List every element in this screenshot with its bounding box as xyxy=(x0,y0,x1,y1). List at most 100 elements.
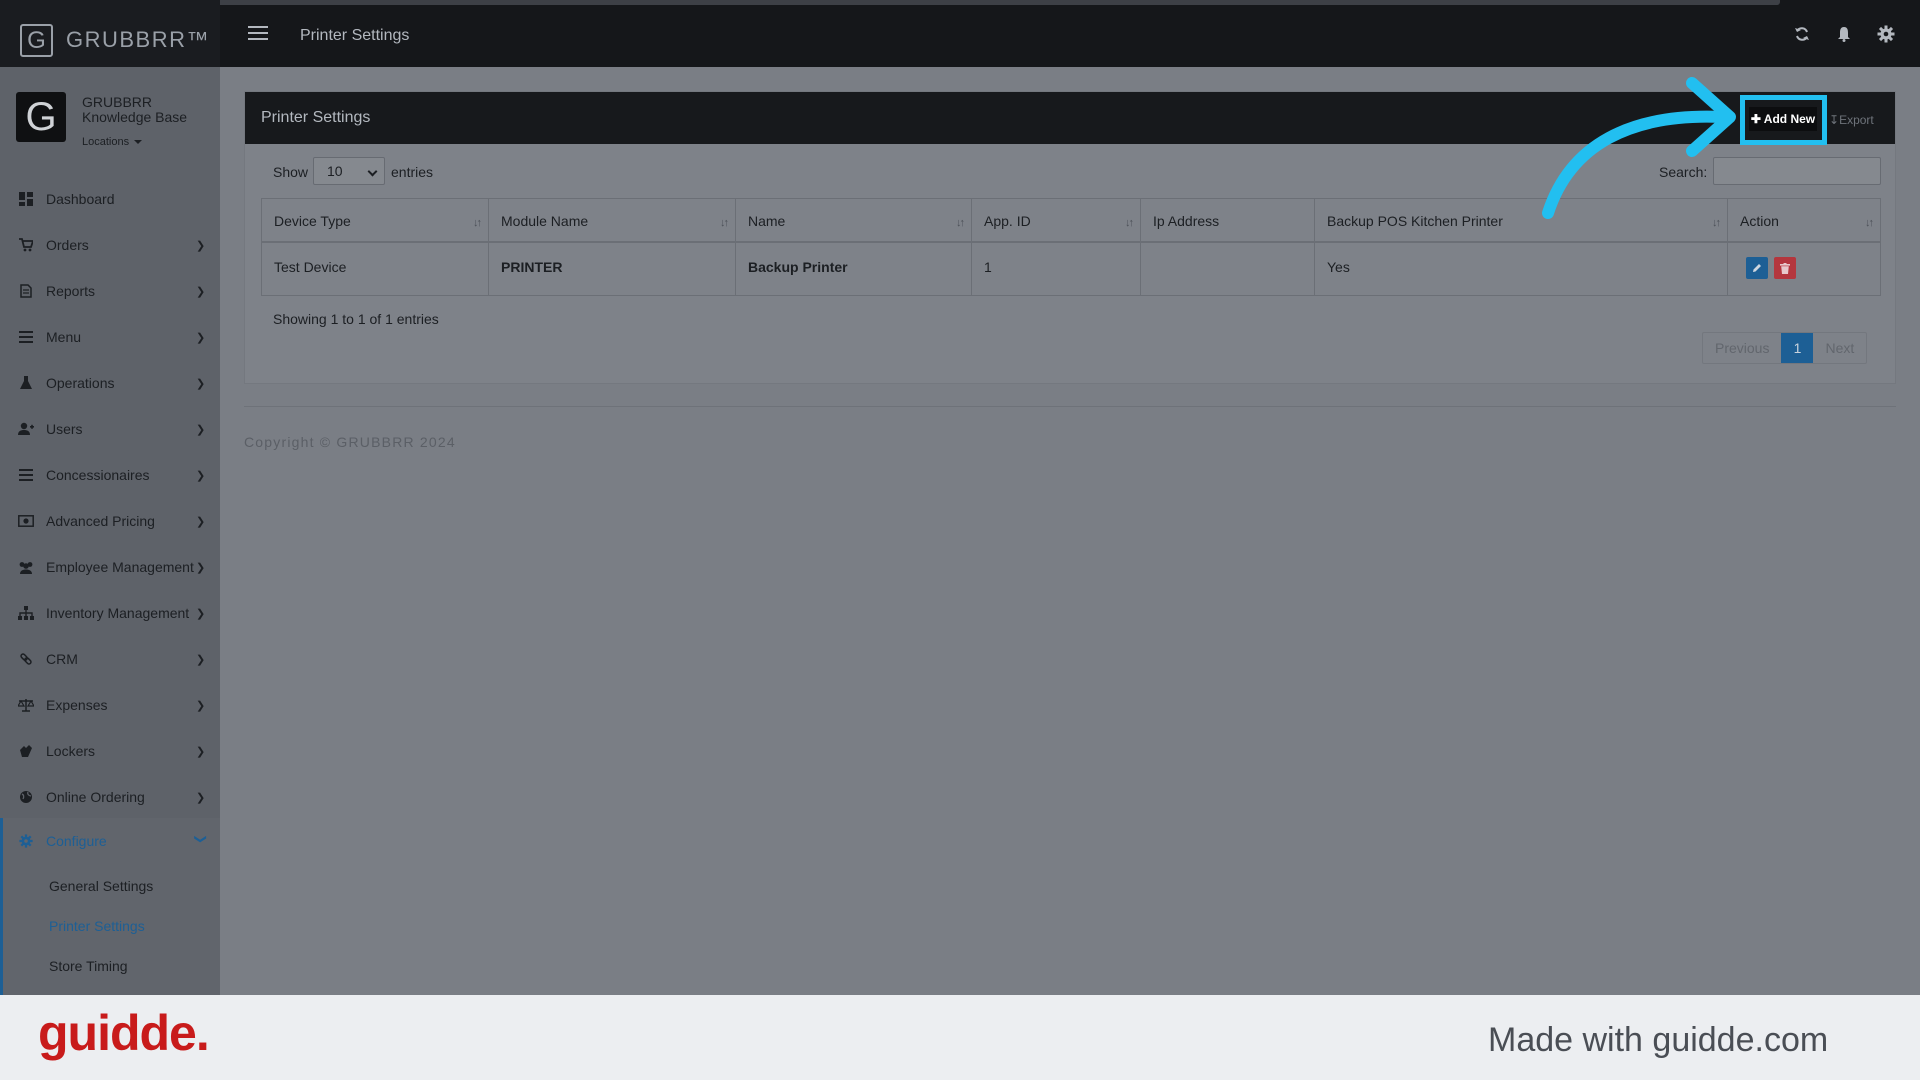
list-icon xyxy=(18,329,34,345)
locker-icon xyxy=(18,743,34,759)
profile-name-line1: GRUBBRR xyxy=(82,94,153,110)
refresh-icon[interactable] xyxy=(1792,24,1812,44)
download-icon: ↧ xyxy=(1829,113,1840,127)
sidebar-item-inventory-management[interactable]: Inventory Management ❯ xyxy=(0,590,220,636)
entries-per-page-select[interactable]: 10 xyxy=(313,157,385,185)
caret-down-icon xyxy=(134,140,143,145)
sort-icon: ↓↑ xyxy=(473,217,482,229)
show-label: Show xyxy=(273,164,309,180)
sidebar-item-configure[interactable]: Configure ❯ xyxy=(3,818,220,864)
report-icon xyxy=(18,283,34,299)
sidebar-subitem-printer-settings[interactable]: Printer Settings xyxy=(49,918,145,934)
column-header-name[interactable]: Name ↓↑ xyxy=(736,199,972,243)
sidebar-item-employee-management[interactable]: Employee Management ❯ xyxy=(0,544,220,590)
globe-icon xyxy=(18,789,34,805)
scale-icon xyxy=(18,697,34,713)
sidebar-item-reports[interactable]: Reports ❯ xyxy=(0,268,220,314)
brand-area: G GRUBBRR™ xyxy=(0,0,220,67)
sitemap-icon xyxy=(18,605,34,621)
sidebar-item-label: Expenses xyxy=(46,697,108,713)
configure-section: Configure ❯ General Settings Printer Set… xyxy=(0,818,220,995)
cell-module-name: PRINTER xyxy=(489,243,736,295)
cell-ip-address xyxy=(1141,243,1315,295)
sidebar-item-label: Users xyxy=(46,421,83,437)
profile-name-line2: Knowledge Base xyxy=(82,109,188,125)
sidebar-item-concessionaires[interactable]: Concessionaires ❯ xyxy=(0,452,220,498)
sidebar-item-crm[interactable]: CRM ❯ xyxy=(0,636,220,682)
sidebar-item-label: Inventory Management xyxy=(46,605,190,621)
sidebar-item-label: CRM xyxy=(46,651,78,667)
chevron-down-icon xyxy=(367,166,378,177)
sidebar-item-label: Orders xyxy=(46,237,89,253)
pagination: Previous 1 Next xyxy=(1702,332,1868,364)
cell-name: Backup Printer xyxy=(736,243,972,295)
sidebar-item-label: Operations xyxy=(46,375,115,391)
sidebar-item-expenses[interactable]: Expenses ❯ xyxy=(0,682,220,728)
sidebar-item-orders[interactable]: Orders ❯ xyxy=(0,222,220,268)
add-new-label: Add New xyxy=(1763,112,1816,126)
edit-button[interactable] xyxy=(1746,257,1768,279)
brand-logo: G xyxy=(20,24,53,57)
chevron-right-icon: ❯ xyxy=(196,470,206,482)
column-header-module-name[interactable]: Module Name ↓↑ xyxy=(489,199,736,243)
sort-icon: ↓↑ xyxy=(1865,217,1874,229)
bell-icon[interactable] xyxy=(1834,24,1854,44)
column-header-ip-address[interactable]: Ip Address xyxy=(1141,199,1315,243)
column-header-app-id[interactable]: App. ID ↓↑ xyxy=(972,199,1141,243)
chevron-right-icon: ❯ xyxy=(196,700,206,712)
sidebar-item-online-ordering[interactable]: Online Ordering ❯ xyxy=(0,774,220,820)
sidebar-subitem-store-timing[interactable]: Store Timing xyxy=(49,958,128,974)
cell-backup-pos: Yes xyxy=(1315,243,1728,295)
profile-name: GRUBBRR Knowledge Base xyxy=(82,95,187,125)
sidebar-nav: Dashboard Orders ❯ Reports ❯ Menu ❯ Oper… xyxy=(0,176,220,820)
chevron-right-icon: ❯ xyxy=(196,240,206,252)
chevron-right-icon: ❯ xyxy=(196,792,206,804)
card-title: Printer Settings xyxy=(261,109,371,126)
locations-label: Locations xyxy=(82,136,130,148)
chevron-right-icon: ❯ xyxy=(196,562,206,574)
chevron-right-icon: ❯ xyxy=(196,286,206,298)
column-header-label: Module Name xyxy=(501,213,589,229)
sidebar-item-label: Menu xyxy=(46,329,82,345)
sidebar-item-users[interactable]: Users ❯ xyxy=(0,406,220,452)
tutorial-arrow xyxy=(1542,77,1736,219)
sidebar-item-label: Concessionaires xyxy=(46,467,150,483)
sidebar-item-label: Advanced Pricing xyxy=(46,513,155,529)
sidebar-item-operations[interactable]: Operations ❯ xyxy=(0,360,220,406)
users-icon xyxy=(18,559,34,575)
delete-button[interactable] xyxy=(1774,257,1796,279)
money-icon xyxy=(18,513,34,529)
entries-per-page-value: 10 xyxy=(327,163,343,179)
pagination-next[interactable]: Next xyxy=(1813,333,1866,363)
column-header-label: Name xyxy=(748,213,786,229)
sidebar-item-advanced-pricing[interactable]: Advanced Pricing ❯ xyxy=(0,498,220,544)
sidebar-item-menu[interactable]: Menu ❯ xyxy=(0,314,220,360)
sidebar-subitem-general-settings[interactable]: General Settings xyxy=(49,878,153,894)
gear-icon[interactable] xyxy=(1876,24,1896,44)
column-header-label: Backup POS Kitchen Printer xyxy=(1327,213,1503,229)
sidebar-item-label: Configure xyxy=(46,833,107,849)
dashboard-icon xyxy=(18,191,34,207)
pagination-previous[interactable]: Previous xyxy=(1703,333,1781,363)
content-divider xyxy=(244,406,1896,407)
chevron-right-icon: ❯ xyxy=(196,378,206,390)
locations-dropdown[interactable]: Locations xyxy=(82,136,143,148)
top-icons xyxy=(1792,24,1896,44)
list-icon xyxy=(18,467,34,483)
sidebar-item-lockers[interactable]: Lockers ❯ xyxy=(0,728,220,774)
sidebar-item-label: Employee Management xyxy=(46,559,194,575)
guidde-logo: guidde. xyxy=(38,1005,210,1061)
sort-icon: ↓↑ xyxy=(1125,217,1134,229)
sidebar: G GRUBBRR Knowledge Base Locations Dashb… xyxy=(0,67,220,995)
cell-device-type: Test Device xyxy=(262,243,489,295)
flask-icon xyxy=(18,375,34,391)
chevron-right-icon: ❯ xyxy=(196,516,206,528)
sidebar-item-dashboard[interactable]: Dashboard xyxy=(0,176,220,222)
browser-strip xyxy=(200,0,1780,5)
column-header-device-type[interactable]: Device Type ↓↑ xyxy=(262,199,489,243)
export-button[interactable]: ↧Export xyxy=(1829,113,1874,127)
pagination-page-1[interactable]: 1 xyxy=(1781,333,1814,363)
cart-icon xyxy=(18,237,34,253)
menu-toggle-icon[interactable] xyxy=(248,26,270,42)
table-info: Showing 1 to 1 of 1 entries xyxy=(273,311,439,327)
